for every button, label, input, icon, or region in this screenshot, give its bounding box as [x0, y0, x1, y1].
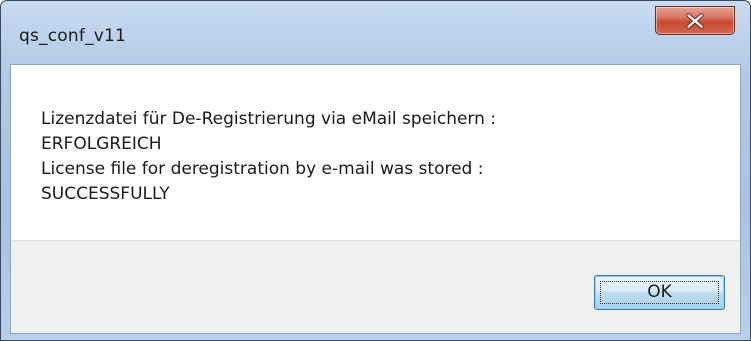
message-status-en: SUCCESSFULLY [41, 184, 170, 204]
dialog-content: Lizenzdatei für De-Registrierung via eMa… [10, 64, 741, 334]
ok-button[interactable]: OK [594, 275, 725, 310]
button-bar: OK [11, 240, 740, 333]
ok-button-label: OK [647, 282, 672, 302]
dialog-window: qs_conf_v11 Lizenzdatei für De-Registrie… [0, 0, 751, 341]
message-line-de: Lizenzdatei für De-Registrierung via eMa… [41, 109, 497, 129]
window-title: qs_conf_v11 [19, 26, 127, 46]
message-line-en: License file for deregistration by e-mai… [41, 159, 484, 179]
message-text: Lizenzdatei für De-Registrierung via eMa… [41, 107, 496, 207]
close-button[interactable] [655, 6, 735, 35]
close-icon [686, 13, 704, 29]
title-bar[interactable]: qs_conf_v11 [1, 1, 750, 56]
message-status-de: ERFOLGREICH [41, 134, 162, 154]
